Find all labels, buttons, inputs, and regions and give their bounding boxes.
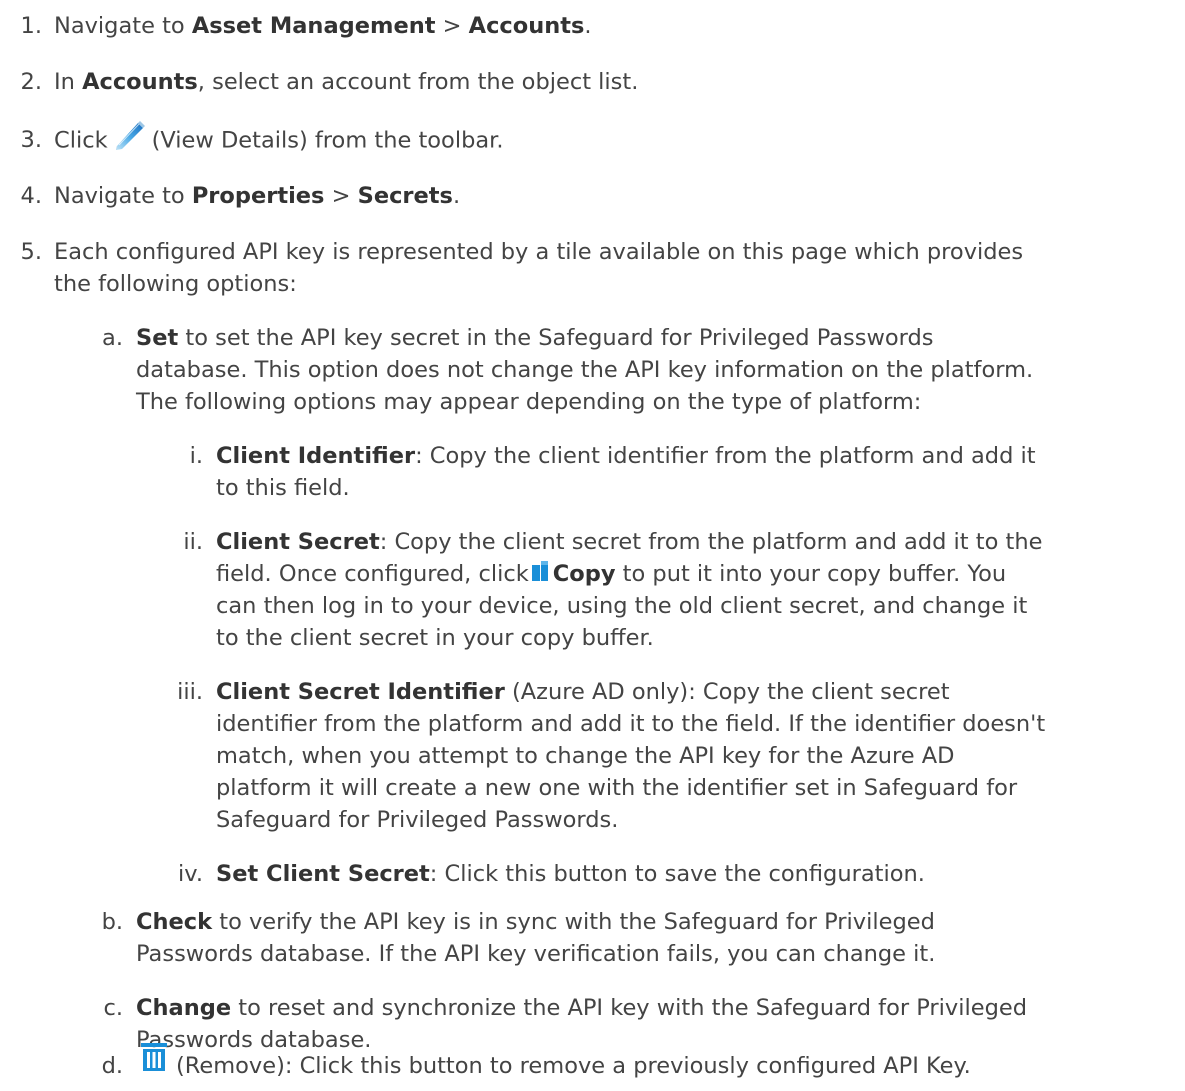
subitem-text: Client Secret Identifier (Azure AD only)… [216,679,950,705]
subitem-number: iv. [178,861,203,887]
field-label: Set Client Secret [216,861,430,887]
option-letter: c. [103,995,123,1021]
option-set-continuation: The following options may appear dependi… [136,389,922,415]
field-label: Client Identifier [216,443,416,469]
option-label: Change [136,995,232,1021]
step-1: 1. Navigate to Asset Management > Accoun… [0,10,1185,42]
step-text: Navigate to Properties > Secrets. [54,183,461,209]
subitem-continuation: to the client secret in your copy buffer… [216,625,654,651]
option-label: Set [136,325,179,351]
menu-asset-management: Asset Management [191,13,436,39]
copy-icon [531,559,549,583]
subitem-text: Client Identifier: Copy the client ident… [216,443,1036,469]
option-letter: b. [101,909,123,935]
step-5-continuation: the following options: [54,271,297,297]
copy-label: Copy [552,561,616,587]
tab-properties: Properties [191,183,325,209]
step-text: Click (View Details) from the toolbar. [54,121,503,158]
option-text: Check to verify the API key is in sync w… [136,909,935,935]
tab-secrets: Secrets [357,183,453,209]
subitem-continuation: field. Once configured, click Copy to pu… [216,558,1185,590]
subitem-continuation: Safeguard for Privileged Passwords. [216,807,619,833]
procedure-document: 1. Navigate to Asset Management > Accoun… [0,0,1185,1091]
subitem-text: Set Client Secret: Click this button to … [216,861,925,887]
step-number: 3. [20,127,42,153]
field-client-secret-identifier: iii. Client Secret Identifier (Azure AD … [0,676,1185,708]
field-set-client-secret: iv. Set Client Secret: Click this button… [0,858,1185,890]
step-number: 5. [20,239,42,265]
subitem-continuation: match, when you attempt to change the AP… [216,743,955,769]
subitem-number: ii. [183,529,203,555]
trash-icon [140,1042,168,1072]
subitem-text: Client Secret: Copy the client secret fr… [216,529,1043,555]
option-check: b. Check to verify the API key is in syn… [0,906,1185,938]
subitem-continuation: to this field. [216,475,350,501]
step-number: 2. [20,69,42,95]
pencil-icon [112,118,146,152]
step-4: 4. Navigate to Properties > Secrets. [0,180,1185,212]
step-2: 2. In Accounts, select an account from t… [0,66,1185,98]
option-change: c. Change to reset and synchronize the A… [0,992,1185,1024]
step-3: 3. Click (View Details) from the toolbar… [0,121,1185,158]
step-number: 1. [20,13,42,39]
step-text: In Accounts, select an account from the … [54,69,639,95]
subitem-continuation: can then log in to your device, using th… [216,593,1028,619]
field-label: Client Secret Identifier [216,679,505,705]
option-text: Set to set the API key secret in the Saf… [136,325,934,351]
option-letter: a. [102,325,123,351]
menu-accounts: Accounts [468,13,585,39]
menu-accounts: Accounts [82,69,198,95]
field-client-secret: ii. Client Secret: Copy the client secre… [0,526,1185,558]
subitem-number: iii. [177,679,203,705]
subitem-number: i. [189,443,203,469]
option-set-continuation: database. This option does not change th… [136,357,1034,383]
option-label: Check [136,909,213,935]
subitem-continuation: platform it will create a new one with t… [216,775,1018,801]
step-text: Each configured API key is represented b… [54,239,1024,265]
field-label: Client Secret [216,529,380,555]
step-text: Navigate to Asset Management > Accounts. [54,13,592,39]
step-number: 4. [20,183,42,209]
option-check-continuation: Passwords database. If the API key verif… [136,941,936,967]
option-remove: d. (Remove): Click this button to remove… [0,1042,1185,1082]
option-letter: d. [101,1053,123,1079]
field-client-identifier: i. Client Identifier: Copy the client id… [0,440,1185,472]
option-set: a. Set to set the API key secret in the … [0,322,1185,354]
option-text: (Remove): Click this button to remove a … [136,1042,971,1082]
subitem-continuation: identifier from the platform and add it … [216,711,1046,737]
step-5: 5. Each configured API key is represente… [0,236,1185,268]
option-text: Change to reset and synchronize the API … [136,995,1028,1021]
